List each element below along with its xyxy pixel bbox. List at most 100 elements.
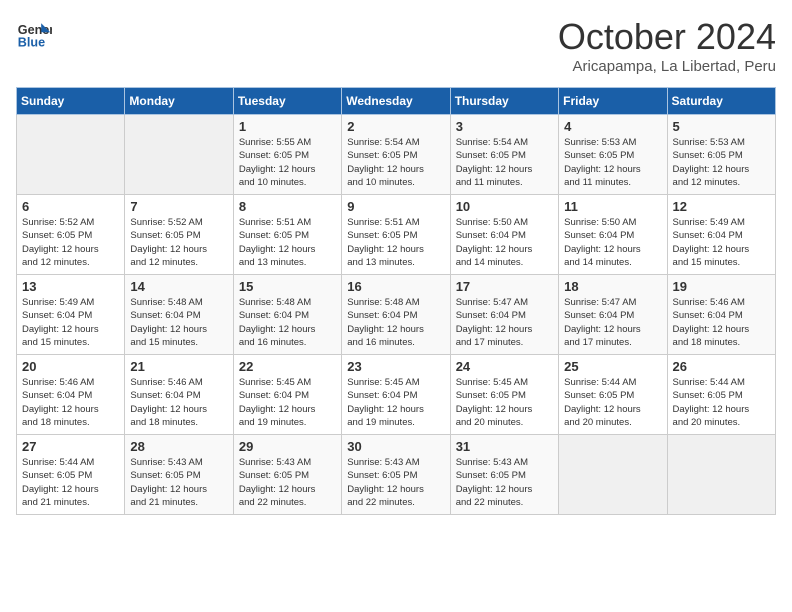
day-number: 3 xyxy=(456,119,553,134)
day-info: Sunrise: 5:46 AM Sunset: 6:04 PM Dayligh… xyxy=(22,376,119,429)
calendar-cell: 2 Sunrise: 5:54 AM Sunset: 6:05 PM Daylig… xyxy=(342,115,450,195)
calendar-week-row: 1Sunrise: 5:55 AM Sunset: 6:05 PM Daylig… xyxy=(17,115,776,195)
calendar-week-row: 27Sunrise: 5:44 AM Sunset: 6:05 PM Dayli… xyxy=(17,435,776,515)
svg-text:Blue: Blue xyxy=(18,36,45,50)
day-info: Sunrise: 5:53 AM Sunset: 6:05 PM Dayligh… xyxy=(564,136,661,189)
day-info: Sunrise: 5:43 AM Sunset: 6:05 PM Dayligh… xyxy=(239,456,336,509)
calendar-cell: 20Sunrise: 5:46 AM Sunset: 6:04 PM Dayli… xyxy=(17,355,125,435)
day-info: Sunrise: 5:55 AM Sunset: 6:05 PM Dayligh… xyxy=(239,136,336,189)
day-info: Sunrise: 5:46 AM Sunset: 6:04 PM Dayligh… xyxy=(673,296,770,349)
day-number: 31 xyxy=(456,439,553,454)
day-number: 21 xyxy=(130,359,227,374)
day-number: 18 xyxy=(564,279,661,294)
column-header-tuesday: Tuesday xyxy=(233,88,341,115)
day-info: Sunrise: 5:48 AM Sunset: 6:04 PM Dayligh… xyxy=(347,296,444,349)
day-number: 19 xyxy=(673,279,770,294)
calendar-cell: 27Sunrise: 5:44 AM Sunset: 6:05 PM Dayli… xyxy=(17,435,125,515)
day-number: 30 xyxy=(347,439,444,454)
day-info: Sunrise: 5:44 AM Sunset: 6:05 PM Dayligh… xyxy=(564,376,661,429)
calendar-week-row: 6Sunrise: 5:52 AM Sunset: 6:05 PM Daylig… xyxy=(17,195,776,275)
calendar-week-row: 20Sunrise: 5:46 AM Sunset: 6:04 PM Dayli… xyxy=(17,355,776,435)
calendar-cell: 15 Sunrise: 5:48 AM Sunset: 6:04 PM Dayli… xyxy=(233,275,341,355)
day-number: 10 xyxy=(456,199,553,214)
calendar-cell: 14 Sunrise: 5:48 AM Sunset: 6:04 PM Dayli… xyxy=(125,275,233,355)
day-info: Sunrise: 5:52 AM Sunset: 6:05 PM Dayligh… xyxy=(130,216,227,269)
day-number: 15 xyxy=(239,279,336,294)
day-number: 5 xyxy=(673,119,770,134)
day-number: 7 xyxy=(130,199,227,214)
day-info: Sunrise: 5:46 AM Sunset: 6:04 PM Dayligh… xyxy=(130,376,227,429)
title-block: October 2024 Aricapampa, La Libertad, Pe… xyxy=(558,16,776,75)
calendar-cell: 10 Sunrise: 5:50 AM Sunset: 6:04 PM Dayli… xyxy=(450,195,558,275)
calendar-cell: 28 Sunrise: 5:43 AM Sunset: 6:05 PM Dayli… xyxy=(125,435,233,515)
day-number: 14 xyxy=(130,279,227,294)
day-number: 13 xyxy=(22,279,119,294)
day-number: 22 xyxy=(239,359,336,374)
calendar-cell: 1Sunrise: 5:55 AM Sunset: 6:05 PM Daylig… xyxy=(233,115,341,195)
calendar-cell xyxy=(17,115,125,195)
day-number: 17 xyxy=(456,279,553,294)
day-info: Sunrise: 5:50 AM Sunset: 6:04 PM Dayligh… xyxy=(564,216,661,269)
logo: General Blue xyxy=(16,16,52,52)
column-header-thursday: Thursday xyxy=(450,88,558,115)
day-number: 12 xyxy=(673,199,770,214)
calendar-cell: 17Sunrise: 5:47 AM Sunset: 6:04 PM Dayli… xyxy=(450,275,558,355)
calendar-cell: 23Sunrise: 5:45 AM Sunset: 6:04 PM Dayli… xyxy=(342,355,450,435)
day-info: Sunrise: 5:49 AM Sunset: 6:04 PM Dayligh… xyxy=(673,216,770,269)
calendar-cell: 8 Sunrise: 5:51 AM Sunset: 6:05 PM Daylig… xyxy=(233,195,341,275)
day-info: Sunrise: 5:44 AM Sunset: 6:05 PM Dayligh… xyxy=(673,376,770,429)
day-info: Sunrise: 5:43 AM Sunset: 6:05 PM Dayligh… xyxy=(130,456,227,509)
day-number: 23 xyxy=(347,359,444,374)
day-info: Sunrise: 5:51 AM Sunset: 6:05 PM Dayligh… xyxy=(239,216,336,269)
day-number: 2 xyxy=(347,119,444,134)
day-number: 9 xyxy=(347,199,444,214)
day-info: Sunrise: 5:50 AM Sunset: 6:04 PM Dayligh… xyxy=(456,216,553,269)
calendar-cell xyxy=(667,435,775,515)
calendar-cell: 19 Sunrise: 5:46 AM Sunset: 6:04 PM Dayli… xyxy=(667,275,775,355)
day-info: Sunrise: 5:49 AM Sunset: 6:04 PM Dayligh… xyxy=(22,296,119,349)
calendar-cell: 13 Sunrise: 5:49 AM Sunset: 6:04 PM Dayli… xyxy=(17,275,125,355)
calendar-cell: 12 Sunrise: 5:49 AM Sunset: 6:04 PM Dayli… xyxy=(667,195,775,275)
calendar-cell: 31 Sunrise: 5:43 AM Sunset: 6:05 PM Dayli… xyxy=(450,435,558,515)
day-info: Sunrise: 5:51 AM Sunset: 6:05 PM Dayligh… xyxy=(347,216,444,269)
day-number: 16 xyxy=(347,279,444,294)
logo-icon: General Blue xyxy=(16,16,52,52)
calendar-table: SundayMondayTuesdayWednesdayThursdayFrid… xyxy=(16,87,776,515)
day-number: 26 xyxy=(673,359,770,374)
calendar-cell: 21 Sunrise: 5:46 AM Sunset: 6:04 PM Dayli… xyxy=(125,355,233,435)
day-number: 11 xyxy=(564,199,661,214)
day-info: Sunrise: 5:48 AM Sunset: 6:04 PM Dayligh… xyxy=(239,296,336,349)
calendar-cell: 16 Sunrise: 5:48 AM Sunset: 6:04 PM Dayli… xyxy=(342,275,450,355)
column-header-saturday: Saturday xyxy=(667,88,775,115)
calendar-cell xyxy=(559,435,667,515)
column-header-monday: Monday xyxy=(125,88,233,115)
calendar-cell: 25 Sunrise: 5:44 AM Sunset: 6:05 PM Dayli… xyxy=(559,355,667,435)
calendar-cell: 18 Sunrise: 5:47 AM Sunset: 6:04 PM Dayli… xyxy=(559,275,667,355)
day-number: 8 xyxy=(239,199,336,214)
calendar-cell: 3Sunrise: 5:54 AM Sunset: 6:05 PM Daylig… xyxy=(450,115,558,195)
calendar-cell: 30 Sunrise: 5:43 AM Sunset: 6:05 PM Dayli… xyxy=(342,435,450,515)
calendar-cell: 24Sunrise: 5:45 AM Sunset: 6:05 PM Dayli… xyxy=(450,355,558,435)
day-info: Sunrise: 5:54 AM Sunset: 6:05 PM Dayligh… xyxy=(347,136,444,189)
column-header-sunday: Sunday xyxy=(17,88,125,115)
day-info: Sunrise: 5:53 AM Sunset: 6:05 PM Dayligh… xyxy=(673,136,770,189)
calendar-header-row: SundayMondayTuesdayWednesdayThursdayFrid… xyxy=(17,88,776,115)
calendar-cell: 4Sunrise: 5:53 AM Sunset: 6:05 PM Daylig… xyxy=(559,115,667,195)
page-header: General Blue October 2024 Aricapampa, La… xyxy=(16,16,776,75)
day-number: 25 xyxy=(564,359,661,374)
day-number: 28 xyxy=(130,439,227,454)
day-number: 27 xyxy=(22,439,119,454)
day-info: Sunrise: 5:43 AM Sunset: 6:05 PM Dayligh… xyxy=(456,456,553,509)
calendar-cell: 22Sunrise: 5:45 AM Sunset: 6:04 PM Dayli… xyxy=(233,355,341,435)
location-subtitle: Aricapampa, La Libertad, Peru xyxy=(558,58,776,75)
calendar-cell: 11 Sunrise: 5:50 AM Sunset: 6:04 PM Dayli… xyxy=(559,195,667,275)
column-header-wednesday: Wednesday xyxy=(342,88,450,115)
day-info: Sunrise: 5:43 AM Sunset: 6:05 PM Dayligh… xyxy=(347,456,444,509)
day-number: 29 xyxy=(239,439,336,454)
calendar-cell: 29 Sunrise: 5:43 AM Sunset: 6:05 PM Dayli… xyxy=(233,435,341,515)
day-info: Sunrise: 5:48 AM Sunset: 6:04 PM Dayligh… xyxy=(130,296,227,349)
day-info: Sunrise: 5:47 AM Sunset: 6:04 PM Dayligh… xyxy=(564,296,661,349)
month-title: October 2024 xyxy=(558,16,776,58)
day-info: Sunrise: 5:45 AM Sunset: 6:05 PM Dayligh… xyxy=(456,376,553,429)
calendar-cell: 5 Sunrise: 5:53 AM Sunset: 6:05 PM Daylig… xyxy=(667,115,775,195)
